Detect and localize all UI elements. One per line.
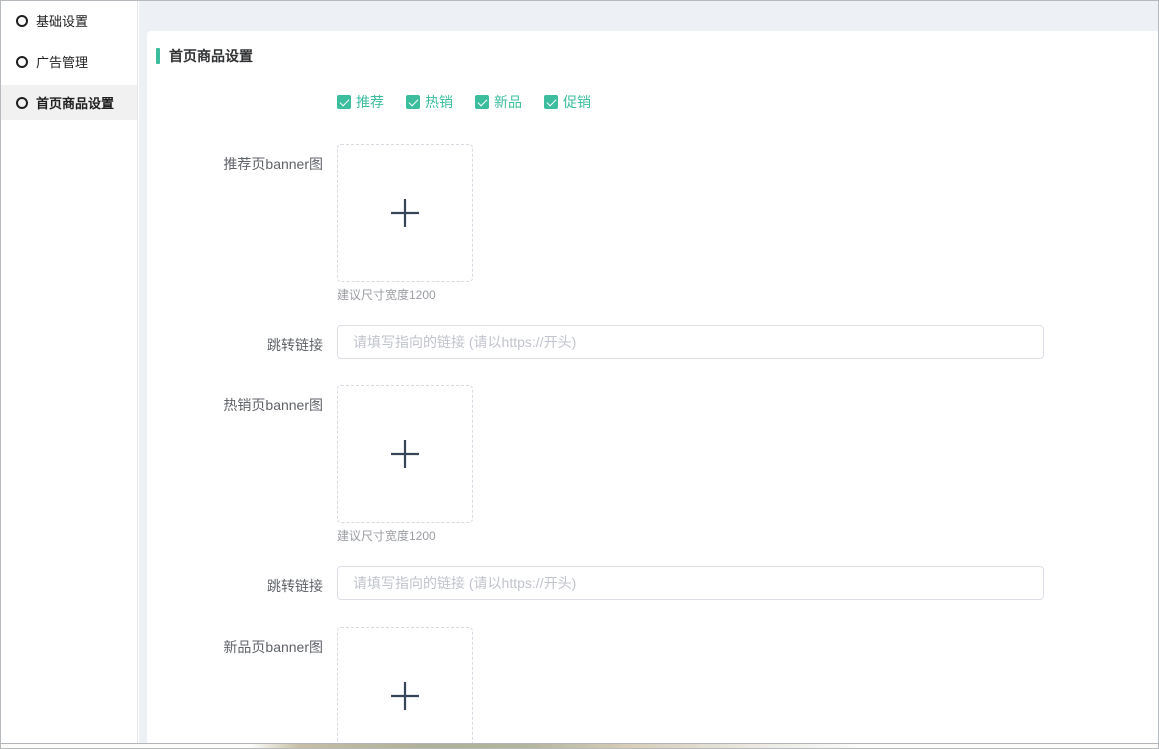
sidebar-item-basic-settings[interactable]: 基础设置 (1, 3, 137, 38)
recommended-banner-label: 推荐页banner图 (147, 154, 323, 174)
plus-icon (390, 198, 420, 228)
home-product-settings-card: 首页商品设置 推荐 热销 新品 促销 (147, 31, 1158, 744)
checkbox-label: 热销 (425, 92, 453, 112)
hot-sale-banner-label: 热销页banner图 (147, 395, 323, 415)
checkbox-checked-icon (406, 95, 420, 109)
sidebar-item-home-product-settings[interactable]: 首页商品设置 (1, 85, 137, 120)
content-area: 首页商品设置 推荐 热销 新品 促销 (139, 1, 1158, 744)
radio-circle-icon (16, 97, 28, 109)
checkbox-checked-icon (475, 95, 489, 109)
sidebar-item-label: 广告管理 (36, 52, 88, 71)
accent-bar (156, 48, 160, 64)
section-header: 首页商品设置 (156, 46, 253, 66)
settings-sidebar: 基础设置 广告管理 首页商品设置 (1, 1, 138, 744)
checkbox-label: 新品 (494, 92, 522, 112)
link-label: 跳转链接 (147, 576, 323, 596)
checkbox-hot-sale[interactable]: 热销 (406, 92, 453, 112)
category-checkbox-row: 推荐 热销 新品 促销 (337, 92, 613, 112)
page-title: 首页商品设置 (169, 46, 253, 66)
hot-sale-link-input[interactable] (337, 566, 1044, 600)
radio-circle-icon (16, 15, 28, 27)
checkbox-new-product[interactable]: 新品 (475, 92, 522, 112)
hot-sale-banner-upload[interactable] (337, 385, 473, 523)
checkbox-checked-icon (544, 95, 558, 109)
admin-settings-page: 基础设置 广告管理 首页商品设置 首页商品设置 推荐 (0, 0, 1159, 749)
below-fold-strip (1, 744, 1158, 748)
plus-icon (390, 439, 420, 469)
sidebar-item-ad-management[interactable]: 广告管理 (1, 44, 137, 79)
link-label: 跳转链接 (147, 335, 323, 355)
sidebar-item-label: 首页商品设置 (36, 93, 114, 112)
size-hint: 建议尺寸宽度1200 (337, 527, 436, 544)
recommended-banner-upload[interactable] (337, 144, 473, 282)
checkbox-checked-icon (337, 95, 351, 109)
checkbox-recommended[interactable]: 推荐 (337, 92, 384, 112)
size-hint: 建议尺寸宽度1200 (337, 286, 436, 303)
recommended-link-input[interactable] (337, 325, 1044, 359)
radio-circle-icon (16, 56, 28, 68)
plus-icon (390, 681, 420, 711)
checkbox-label: 促销 (563, 92, 591, 112)
below-fold-image-sliver (251, 744, 861, 748)
checkbox-label: 推荐 (356, 92, 384, 112)
new-product-banner-label: 新品页banner图 (147, 637, 323, 657)
sidebar-item-label: 基础设置 (36, 11, 88, 30)
new-product-banner-upload[interactable] (337, 627, 473, 744)
checkbox-promotion[interactable]: 促销 (544, 92, 591, 112)
